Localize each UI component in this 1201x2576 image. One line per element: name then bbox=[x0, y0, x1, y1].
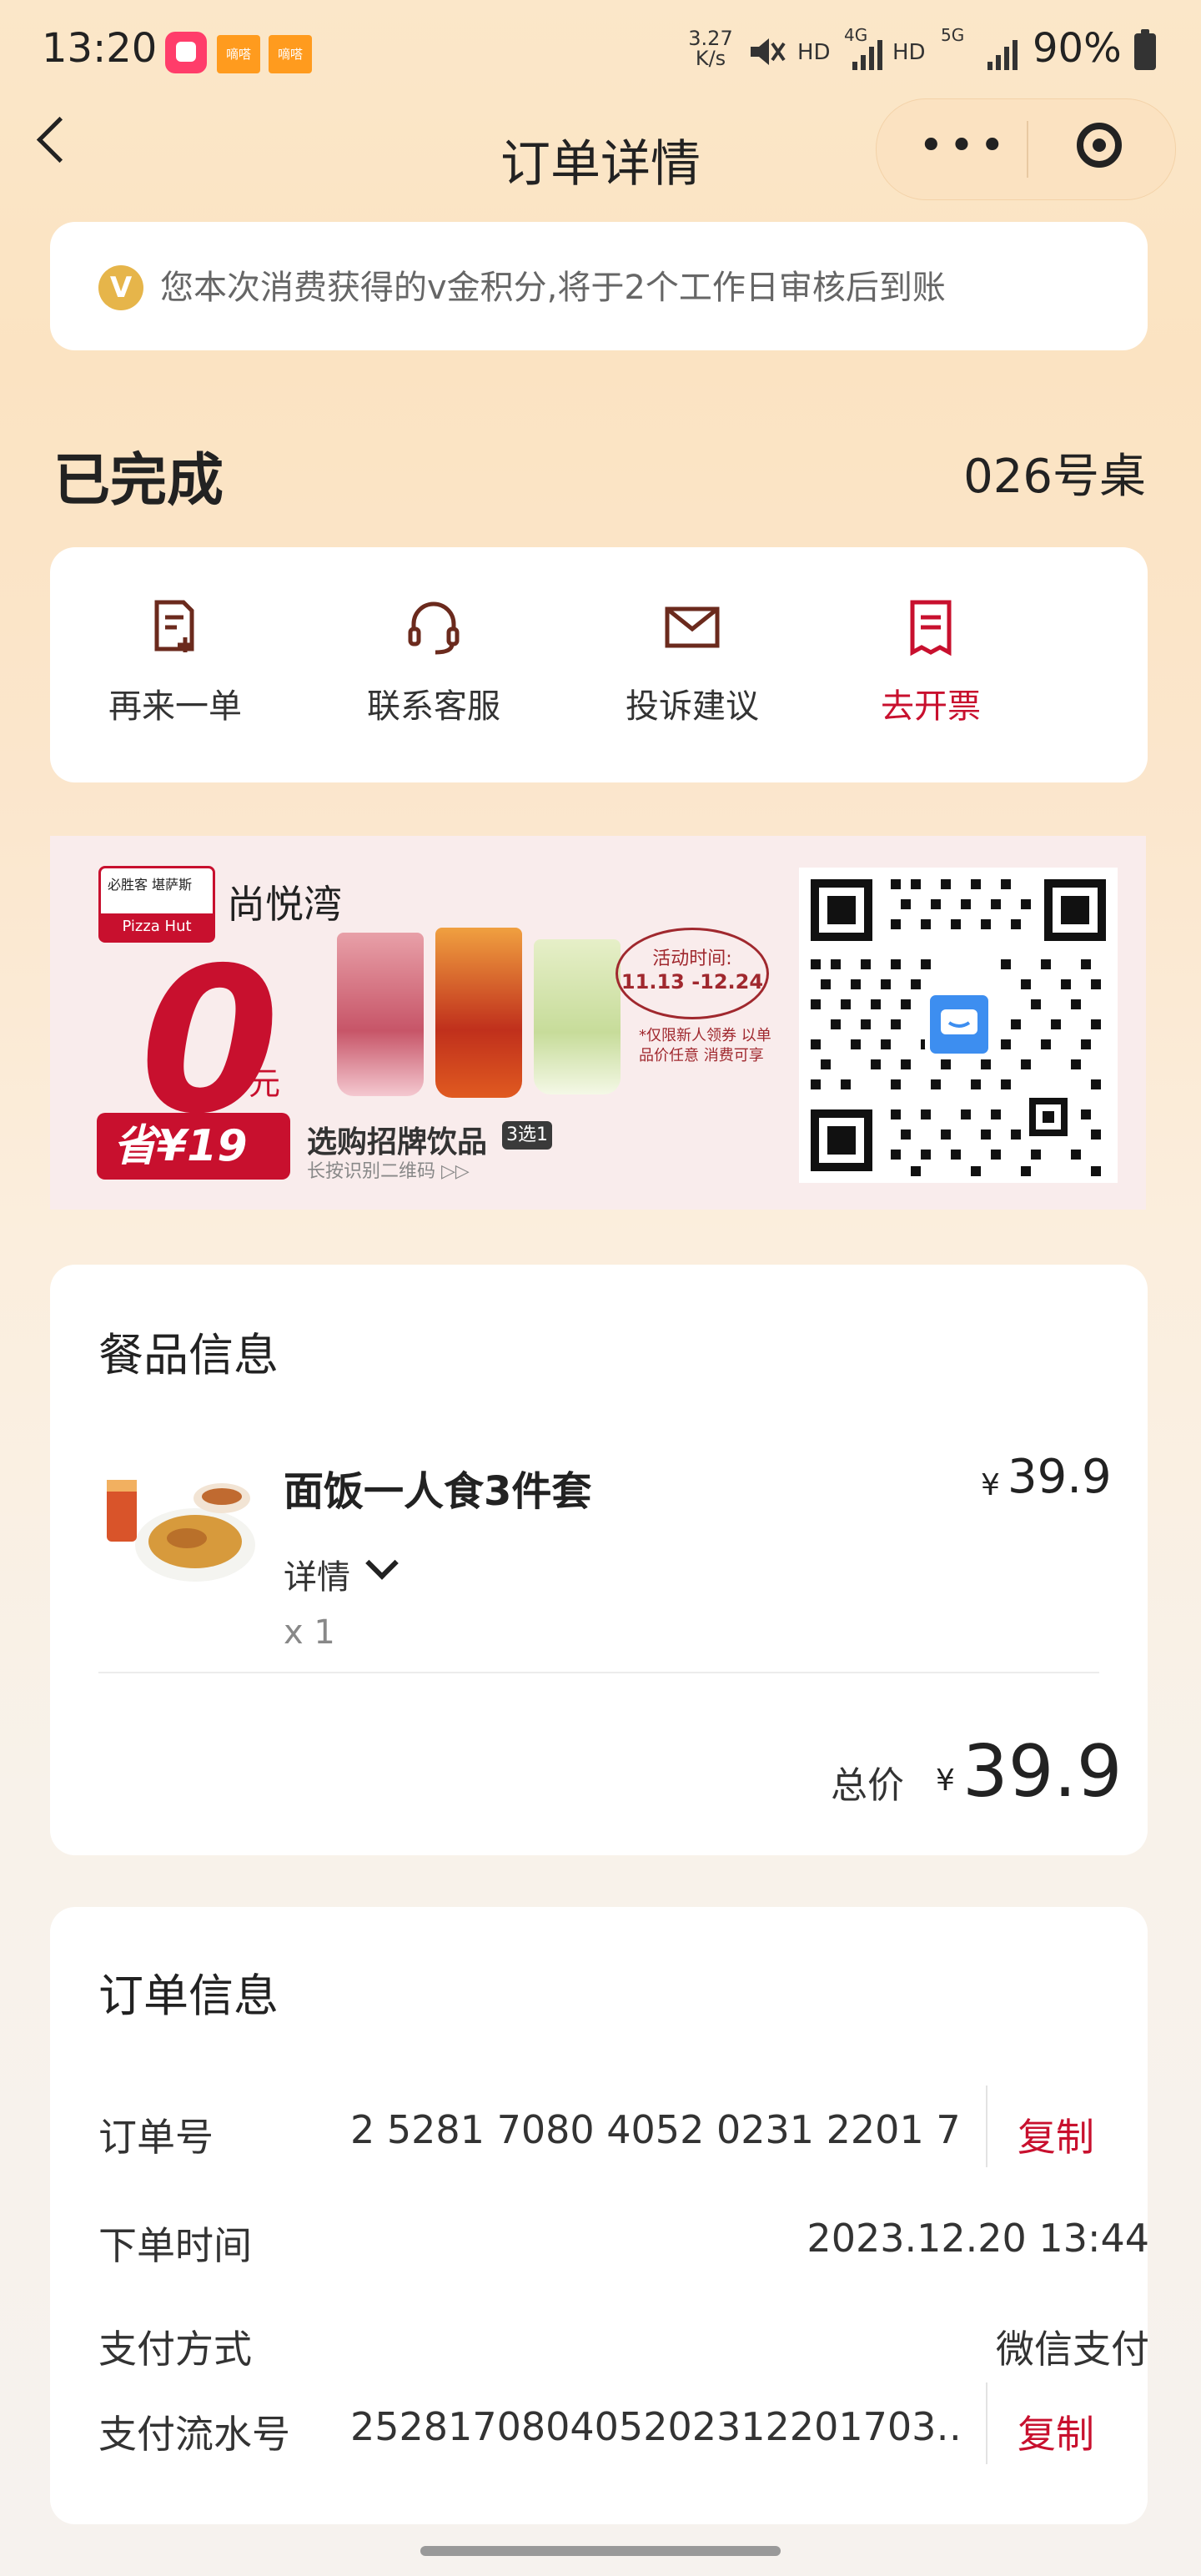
shopping-app-icon bbox=[165, 32, 207, 73]
order-number-value: 2 5281 7080 4052 0231 2201 7… bbox=[350, 2107, 959, 2152]
invoice-label: 去开票 bbox=[881, 687, 981, 726]
divider bbox=[986, 2085, 987, 2167]
promo-hint: 长按识别二维码 ▷▷ bbox=[307, 1161, 470, 1182]
payment-method-value: 微信支付 bbox=[996, 2327, 1149, 2372]
more-button[interactable]: ••• bbox=[918, 124, 1010, 168]
order-status: 已完成 bbox=[53, 448, 224, 514]
copy-order-number-button[interactable]: 复制 bbox=[1018, 2107, 1094, 2162]
payment-method-label: 支付方式 bbox=[98, 2327, 252, 2372]
mail-icon bbox=[665, 606, 720, 648]
v-coin-icon: V bbox=[98, 265, 143, 310]
table-number: 026号桌 bbox=[963, 450, 1146, 504]
drink-image bbox=[337, 933, 424, 1096]
home-indicator[interactable] bbox=[420, 2546, 781, 2556]
reorder-button[interactable]: 再来一单 bbox=[50, 597, 300, 727]
activity-dates: 11.13 -12.24 bbox=[621, 970, 764, 994]
order-number-label: 订单号 bbox=[98, 2115, 214, 2160]
close-target-icon[interactable] bbox=[1077, 123, 1122, 168]
status-time: 13:20 bbox=[42, 25, 158, 72]
product-image bbox=[107, 1480, 255, 1582]
promo-drinks-text: 选购招牌饮品 bbox=[307, 1125, 488, 1160]
activity-period: 活动时间: 11.13 -12.24 bbox=[616, 928, 769, 1019]
order-time-value: 2023.12.20 13:44 bbox=[807, 2216, 1149, 2261]
invoice-button[interactable]: 去开票 bbox=[806, 597, 1056, 727]
order-time-label: 下单时间 bbox=[98, 2223, 252, 2268]
reorder-icon bbox=[154, 600, 194, 652]
promo-zero: 0 bbox=[140, 924, 279, 1158]
promo-choice-badge: 3选1 bbox=[502, 1121, 552, 1150]
notice-text: 您本次消费获得的v金积分,将于2个工作日审核后到账 bbox=[160, 269, 946, 307]
total-label: 总价 bbox=[831, 1764, 904, 1807]
mini-program-capsule: ••• bbox=[876, 98, 1176, 200]
battery-icon bbox=[1134, 29, 1156, 70]
net-speed-value: 3.27 bbox=[688, 27, 733, 50]
net-speed: 3.27 K/s bbox=[686, 28, 736, 68]
product-section-title: 餐品信息 bbox=[98, 1329, 279, 1381]
qr-code-image bbox=[811, 879, 1106, 1176]
action-bar: 再来一单 联系客服 投诉建议 去开票 bbox=[50, 547, 1148, 782]
copy-serial-button[interactable]: 复制 bbox=[1018, 2404, 1094, 2459]
customer-service-label: 联系客服 bbox=[367, 687, 500, 726]
order-info-title: 订单信息 bbox=[98, 1970, 279, 2022]
customer-service-button[interactable]: 联系客服 bbox=[309, 597, 559, 727]
mini-app-icon: 嘀嗒 bbox=[269, 35, 312, 73]
net-speed-unit: K/s bbox=[695, 47, 726, 70]
invoice-icon bbox=[910, 600, 952, 657]
activity-title: 活动时间: bbox=[652, 948, 732, 969]
product-detail-toggle[interactable]: 详情 bbox=[284, 1550, 350, 1598]
signal-icon bbox=[987, 40, 1018, 70]
currency-symbol: ¥ bbox=[936, 1763, 955, 1798]
mute-icon bbox=[751, 38, 786, 65]
reorder-label: 再来一单 bbox=[108, 687, 242, 726]
complaint-label: 投诉建议 bbox=[626, 687, 759, 726]
promo-note: *仅限新人领券 以单品价任意 消费可享 bbox=[639, 1027, 771, 1064]
drink-image bbox=[435, 928, 522, 1098]
network-type: 5G bbox=[941, 25, 965, 45]
battery-percent: 90% bbox=[1033, 25, 1122, 72]
mini-app-icon: 嘀嗒 bbox=[217, 35, 260, 73]
capsule-divider bbox=[1027, 121, 1028, 178]
complaint-button[interactable]: 投诉建议 bbox=[567, 597, 817, 727]
divider bbox=[986, 2382, 987, 2464]
divider bbox=[98, 1672, 1099, 1673]
total-price: 39.9 bbox=[962, 1730, 1123, 1814]
payment-serial-value: 252817080405202312201703… bbox=[350, 2404, 959, 2449]
hd-badge: HD bbox=[797, 40, 831, 65]
headset-icon bbox=[408, 601, 460, 655]
currency-symbol: ¥ bbox=[981, 1468, 1000, 1502]
product-price: 39.9 bbox=[1008, 1450, 1112, 1504]
signal-icon bbox=[852, 40, 882, 70]
promo-save-badge: 省¥19 bbox=[97, 1113, 290, 1180]
promo-yuan: 元 bbox=[249, 1065, 281, 1102]
brand-logo-text: 必胜客 堪萨斯 bbox=[108, 877, 193, 893]
drink-image bbox=[534, 939, 621, 1094]
product-quantity: x 1 bbox=[284, 1613, 335, 1652]
product-name: 面饭一人食3件套 bbox=[284, 1468, 592, 1515]
hd-badge: HD bbox=[892, 40, 926, 65]
payment-serial-label: 支付流水号 bbox=[98, 2412, 290, 2457]
qr-code[interactable] bbox=[799, 868, 1118, 1183]
store-name: 尚悦湾 bbox=[227, 882, 342, 927]
